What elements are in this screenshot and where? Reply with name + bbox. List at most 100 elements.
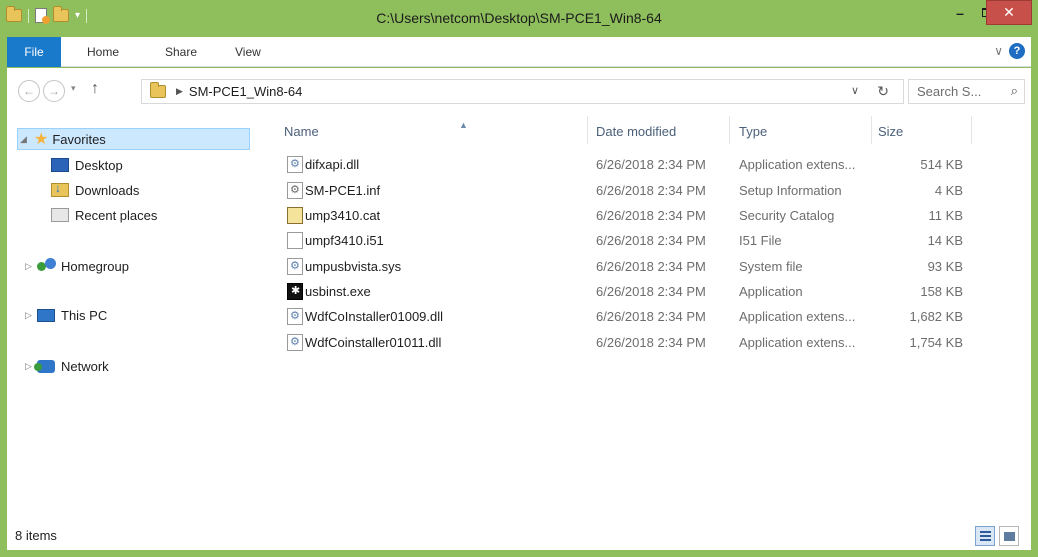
details-view-icon[interactable] — [975, 526, 995, 546]
expand-arrow-icon[interactable]: ▷ — [25, 310, 37, 321]
file-type: Application extens... — [739, 157, 856, 172]
file-type: I51 File — [739, 233, 782, 248]
explorer-window: ▾ C:\Users\netcom\Desktop\SM-PCE1_Win8-6… — [0, 0, 1038, 557]
navigation-bar: ← → ▾ ↑ ▶ SM-PCE1_Win8-64 ∨ ↻ Search S..… — [7, 68, 1031, 112]
forward-button[interactable]: → — [43, 80, 65, 102]
file-size: 11 KB — [928, 208, 963, 223]
window-title: C:\Users\netcom\Desktop\SM-PCE1_Win8-64 — [376, 10, 662, 26]
expand-arrow-icon[interactable]: ▷ — [25, 261, 37, 272]
tab-view[interactable]: View — [235, 37, 261, 66]
recent-locations-icon[interactable]: ▾ — [71, 83, 76, 94]
search-input[interactable]: Search S... ⌕ — [908, 79, 1025, 104]
file-name: ump3410.cat — [305, 208, 381, 223]
star-icon: ★ — [34, 131, 49, 148]
column-divider[interactable] — [729, 116, 730, 144]
file-type: Security Catalog — [739, 208, 835, 223]
sidebar-item-desktop[interactable]: Desktop — [51, 154, 123, 176]
file-name: usbinst.exe — [305, 284, 371, 299]
address-dropdown-icon[interactable]: ∨ — [851, 84, 859, 97]
downloads-icon — [51, 181, 69, 197]
file-date: 6/26/2018 2:34 PM — [596, 208, 706, 223]
table-row[interactable]: WdfCoinstaller01011.dll 6/26/2018 2:34 P… — [257, 330, 1031, 355]
column-divider[interactable] — [971, 116, 972, 144]
search-icon[interactable]: ⌕ — [1011, 83, 1018, 99]
table-row[interactable]: usbinst.exe 6/26/2018 2:34 PM Applicatio… — [257, 279, 1031, 304]
file-size: 1,682 KB — [909, 309, 964, 324]
tab-home[interactable]: Home — [87, 37, 119, 66]
close-button[interactable]: ✕ — [986, 0, 1032, 25]
desktop-icon — [51, 158, 69, 172]
sidebar-item-label: Favorites — [52, 131, 106, 147]
table-row[interactable]: umpf3410.i51 6/26/2018 2:34 PM I51 File … — [257, 228, 1031, 253]
sidebar-item-this-pc[interactable]: ▷ This PC — [25, 304, 107, 326]
file-type: System file — [739, 259, 803, 274]
column-header-type[interactable]: Type — [739, 118, 767, 144]
ribbon-tabs: File Home Share View ∨ ? — [7, 37, 1031, 67]
status-bar: 8 items — [7, 522, 1031, 550]
expand-arrow-icon[interactable]: ◢ — [20, 134, 32, 145]
column-header-size[interactable]: Size — [878, 118, 903, 144]
sidebar-item-label: Network — [61, 358, 109, 374]
file-date: 6/26/2018 2:34 PM — [596, 233, 706, 248]
file-size: 93 KB — [927, 259, 963, 274]
title-bar: ▾ C:\Users\netcom\Desktop\SM-PCE1_Win8-6… — [0, 0, 1038, 37]
file-date: 6/26/2018 2:34 PM — [596, 335, 706, 350]
sidebar-item-label: Recent places — [75, 207, 158, 223]
file-size: 4 KB — [934, 183, 963, 198]
large-icons-view-icon[interactable] — [999, 526, 1019, 546]
computer-icon — [37, 308, 55, 322]
file-size: 1,754 KB — [909, 335, 964, 350]
sidebar-item-downloads[interactable]: Downloads — [51, 179, 139, 201]
file-date: 6/26/2018 2:34 PM — [596, 183, 706, 198]
file-date: 6/26/2018 2:34 PM — [596, 309, 706, 324]
file-type: Application extens... — [739, 309, 856, 324]
file-size: 14 KB — [927, 233, 963, 248]
file-date: 6/26/2018 2:34 PM — [596, 157, 706, 172]
sidebar-item-recent-places[interactable]: Recent places — [51, 204, 157, 226]
back-button[interactable]: ← — [18, 80, 40, 102]
file-size: 514 KB — [920, 157, 963, 172]
column-header-name[interactable]: Name ▲ — [284, 118, 574, 144]
navigation-pane: ◢ ★ Favorites Desktop Downloads Recent p… — [7, 112, 257, 522]
file-size: 158 KB — [920, 284, 963, 299]
breadcrumb-arrow-icon[interactable]: ▶ — [176, 86, 183, 97]
file-type: Application extens... — [739, 335, 856, 350]
sort-ascending-icon: ▲ — [459, 120, 468, 130]
breadcrumb-folder[interactable]: SM-PCE1_Win8-64 — [189, 84, 302, 99]
file-name: WdfCoinstaller01011.dll — [305, 335, 442, 350]
recent-places-icon — [51, 208, 69, 222]
sidebar-item-network[interactable]: ▷ Network — [25, 355, 109, 377]
expand-ribbon-icon[interactable]: ∨ — [994, 44, 1003, 58]
item-count: 8 items — [15, 528, 57, 543]
refresh-icon[interactable]: ↻ — [877, 83, 889, 100]
file-name: difxapi.dll — [305, 157, 360, 172]
table-row[interactable]: SM-PCE1.inf 6/26/2018 2:34 PM Setup Info… — [257, 178, 1031, 203]
sidebar-item-label: Homegroup — [61, 258, 129, 274]
column-header-label: Name — [284, 123, 319, 139]
table-row[interactable]: umpusbvista.sys 6/26/2018 2:34 PM System… — [257, 254, 1031, 279]
column-divider[interactable] — [871, 116, 872, 144]
file-date: 6/26/2018 2:34 PM — [596, 284, 706, 299]
table-row[interactable]: WdfCoInstaller01009.dll 6/26/2018 2:34 P… — [257, 304, 1031, 329]
column-header-date[interactable]: Date modified — [596, 118, 676, 144]
table-row[interactable]: difxapi.dll 6/26/2018 2:34 PM Applicatio… — [257, 152, 1031, 177]
table-row[interactable]: ump3410.cat 6/26/2018 2:34 PM Security C… — [257, 203, 1031, 228]
tab-file[interactable]: File — [7, 37, 61, 67]
sidebar-item-favorites[interactable]: ◢ ★ Favorites — [17, 128, 250, 150]
sidebar-item-homegroup[interactable]: ▷ Homegroup — [25, 255, 129, 277]
file-list: Name ▲ Date modified Type Size difxapi.d… — [257, 112, 1031, 522]
tab-share[interactable]: Share — [165, 37, 197, 66]
minimize-button[interactable]: – — [946, 0, 974, 25]
help-icon[interactable]: ? — [1009, 43, 1025, 59]
network-icon — [34, 359, 55, 373]
file-name: WdfCoInstaller01009.dll — [305, 309, 444, 324]
file-name: SM-PCE1.inf — [305, 183, 381, 198]
homegroup-icon — [37, 258, 57, 274]
sidebar-item-label: This PC — [61, 307, 108, 323]
sidebar-item-label: Desktop — [75, 157, 123, 173]
up-button[interactable]: ↑ — [91, 80, 99, 98]
file-name: umpusbvista.sys — [305, 259, 402, 274]
address-bar[interactable]: ▶ SM-PCE1_Win8-64 ∨ ↻ — [141, 79, 904, 104]
file-type: Setup Information — [739, 183, 842, 198]
column-divider[interactable] — [587, 116, 588, 144]
